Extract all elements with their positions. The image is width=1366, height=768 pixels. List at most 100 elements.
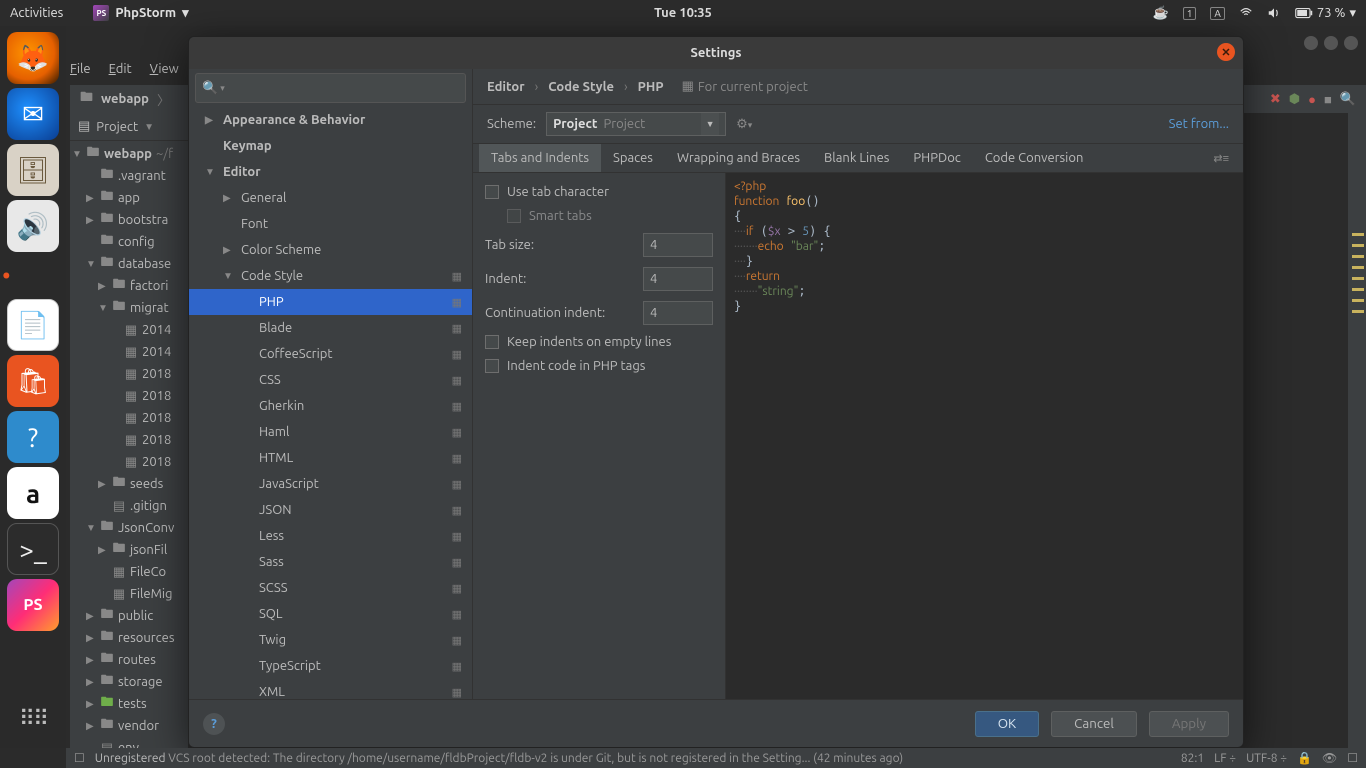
tree-node[interactable]: ▦2014: [70, 341, 188, 363]
phpstorm-launcher-icon[interactable]: PS: [7, 579, 59, 631]
minimize-icon[interactable]: [1304, 36, 1318, 50]
cancel-button[interactable]: Cancel: [1051, 711, 1137, 737]
tree-node[interactable]: ▦2018: [70, 363, 188, 385]
tree-node[interactable]: 🖿config: [70, 231, 188, 253]
tree-node[interactable]: ▶🖿routes: [70, 649, 188, 671]
toolbar-icon[interactable]: ●: [1308, 92, 1316, 107]
settings-nav-item[interactable]: CSS▦: [189, 367, 472, 393]
accessibility-icon[interactable]: A: [1210, 7, 1225, 20]
tab-blank-lines[interactable]: Blank Lines: [812, 144, 901, 172]
settings-nav-item[interactable]: JSON▦: [189, 497, 472, 523]
menu-edit[interactable]: Edit: [109, 62, 132, 76]
warning-mark-icon[interactable]: [1352, 277, 1364, 280]
settings-nav-item[interactable]: TypeScript▦: [189, 653, 472, 679]
memory-indicator[interactable]: ☐: [1347, 751, 1358, 765]
tree-node[interactable]: ▦2014: [70, 319, 188, 341]
keep-indents-checkbox[interactable]: Keep indents on empty lines: [485, 335, 713, 349]
inspection-icon[interactable]: 👁: [1322, 751, 1337, 765]
thunderbird-icon[interactable]: ✉: [7, 88, 59, 140]
tree-node[interactable]: ▦2018: [70, 451, 188, 473]
tree-node[interactable]: ▦2018: [70, 407, 188, 429]
firefox-icon[interactable]: 🦊: [7, 32, 59, 84]
tab-size-input[interactable]: 4: [643, 233, 713, 257]
crumb-editor[interactable]: Editor: [487, 80, 525, 94]
tree-node[interactable]: ▶🖿seeds: [70, 473, 188, 495]
settings-nav-item[interactable]: JavaScript▦: [189, 471, 472, 497]
indent-php-tags-checkbox[interactable]: Indent code in PHP tags: [485, 359, 713, 373]
app-indicator[interactable]: PS PhpStorm ▾: [93, 5, 188, 21]
settings-nav-item[interactable]: ▼Code Style▦: [189, 263, 472, 289]
search-icon[interactable]: 🔍: [1340, 92, 1356, 107]
warning-mark-icon[interactable]: [1352, 310, 1364, 313]
toolbar-icon[interactable]: ✖: [1270, 92, 1281, 107]
tree-node[interactable]: ▶🖿bootstra: [70, 209, 188, 231]
tree-node[interactable]: ▼🖿database: [70, 253, 188, 275]
tree-node[interactable]: ▦FileMig: [70, 583, 188, 605]
tree-node[interactable]: ▦FileCo: [70, 561, 188, 583]
close-icon[interactable]: ✕: [1217, 43, 1235, 61]
warning-mark-icon[interactable]: [1352, 255, 1364, 258]
use-tab-checkbox[interactable]: Use tab character: [485, 185, 713, 199]
keyboard-icon[interactable]: 1: [1183, 7, 1197, 20]
settings-nav-item[interactable]: Haml▦: [189, 419, 472, 445]
tree-node[interactable]: ▼🖿migrat: [70, 297, 188, 319]
coffee-icon[interactable]: ☕: [1153, 6, 1169, 21]
apply-button[interactable]: Apply: [1149, 711, 1229, 737]
breadcrumb-root[interactable]: webapp: [101, 92, 149, 106]
scheme-dropdown[interactable]: Project Project ▼: [546, 112, 726, 136]
tree-node[interactable]: ▦2018: [70, 385, 188, 407]
libreoffice-writer-icon[interactable]: 📄: [7, 299, 59, 351]
tree-node[interactable]: ▶🖿public: [70, 605, 188, 627]
toolbar-icon[interactable]: ⬢: [1289, 92, 1300, 107]
tab-spaces[interactable]: Spaces: [601, 144, 665, 172]
gear-icon[interactable]: ⚙▾: [736, 117, 752, 132]
tree-root[interactable]: ▼🖿webapp ~/f: [70, 143, 188, 165]
caret-position[interactable]: 82:1: [1181, 752, 1204, 765]
wifi-icon[interactable]: [1239, 6, 1253, 20]
continuation-indent-input[interactable]: 4: [643, 301, 713, 325]
settings-nav-item[interactable]: Keymap: [189, 133, 472, 159]
tree-node[interactable]: ▶🖿tests: [70, 693, 188, 715]
settings-nav-item[interactable]: ▶Appearance & Behavior: [189, 107, 472, 133]
warning-mark-icon[interactable]: [1352, 244, 1364, 247]
maximize-icon[interactable]: [1324, 36, 1338, 50]
crumb-codestyle[interactable]: Code Style: [548, 80, 614, 94]
volume-icon[interactable]: [1267, 6, 1281, 20]
settings-nav-item[interactable]: XML▦: [189, 679, 472, 699]
settings-nav-item[interactable]: SCSS▦: [189, 575, 472, 601]
tab-wrapping[interactable]: Wrapping and Braces: [665, 144, 812, 172]
tree-node[interactable]: ▶🖿app: [70, 187, 188, 209]
settings-nav-item[interactable]: CoffeeScript▦: [189, 341, 472, 367]
settings-nav-item[interactable]: ▶Color Scheme: [189, 237, 472, 263]
tree-node[interactable]: ▶🖿vendor: [70, 715, 188, 737]
indent-input[interactable]: 4: [643, 267, 713, 291]
settings-nav-item[interactable]: Twig▦: [189, 627, 472, 653]
settings-search-input[interactable]: 🔍▾: [195, 73, 466, 103]
settings-nav-item[interactable]: Sass▦: [189, 549, 472, 575]
tree-node[interactable]: ▶🖿storage: [70, 671, 188, 693]
settings-nav-item[interactable]: Less▦: [189, 523, 472, 549]
toolbar-icon[interactable]: ■: [1324, 92, 1332, 107]
toggle-view-icon[interactable]: ⇄≡: [1213, 144, 1237, 172]
tree-node[interactable]: ▶🖿resources: [70, 627, 188, 649]
tree-node[interactable]: ▶🖿jsonFil: [70, 539, 188, 561]
status-message[interactable]: VCS root detected: The directory /home/u…: [168, 752, 903, 765]
settings-nav-item[interactable]: Font: [189, 211, 472, 237]
tree-node[interactable]: ▤env: [70, 737, 188, 748]
ok-button[interactable]: OK: [975, 711, 1039, 737]
tree-node[interactable]: ▦2018: [70, 429, 188, 451]
tree-node[interactable]: ▶🖿factori: [70, 275, 188, 297]
settings-nav-item[interactable]: Blade▦: [189, 315, 472, 341]
settings-nav-item[interactable]: ▼Editor: [189, 159, 472, 185]
menu-view[interactable]: View: [150, 62, 179, 76]
rhythmbox-icon[interactable]: 🔊: [7, 200, 59, 252]
tab-code-conversion[interactable]: Code Conversion: [973, 144, 1096, 172]
tree-node[interactable]: 🖿.vagrant: [70, 165, 188, 187]
settings-nav-item[interactable]: ▶General: [189, 185, 472, 211]
activities-button[interactable]: Activities: [10, 6, 63, 20]
settings-nav-item[interactable]: SQL▦: [189, 601, 472, 627]
settings-nav-item[interactable]: HTML▦: [189, 445, 472, 471]
settings-nav-item[interactable]: PHP▦: [189, 289, 472, 315]
help-icon[interactable]: ?: [203, 713, 225, 735]
terminal-icon[interactable]: >_: [7, 523, 59, 575]
